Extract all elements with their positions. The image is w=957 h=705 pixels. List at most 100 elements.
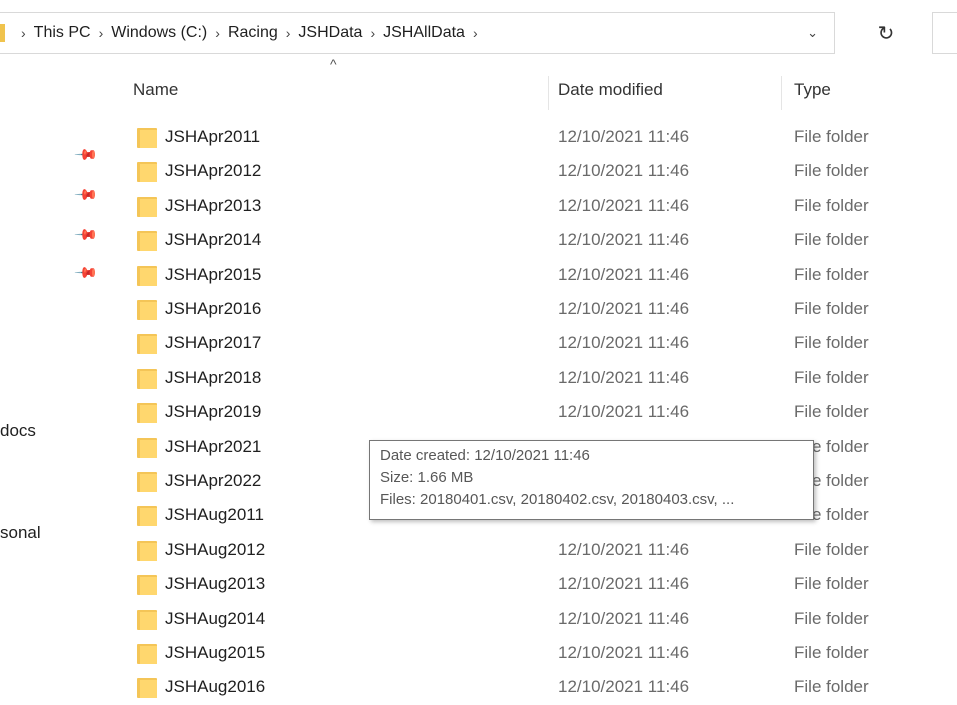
file-row[interactable]: JSHAug2013 12/10/2021 11:46 File folder xyxy=(0,568,957,602)
breadcrumb-jshdata[interactable]: JSHData xyxy=(298,24,362,42)
file-type: File folder xyxy=(794,643,869,662)
file-name[interactable]: JSHAug2013 xyxy=(165,574,265,594)
chevron-right-icon[interactable]: › xyxy=(215,25,220,41)
file-type: File folder xyxy=(794,264,869,284)
file-name[interactable]: JSHApr2015 xyxy=(165,265,261,285)
tooltip-size: Size: 1.66 MB xyxy=(380,469,474,486)
breadcrumb-this-pc[interactable]: This PC xyxy=(34,24,91,42)
file-name[interactable]: JSHApr2018 xyxy=(165,368,261,388)
file-type: File folder xyxy=(794,333,869,353)
file-name[interactable]: JSHApr2013 xyxy=(165,196,261,216)
file-date-modified: 12/10/2021 11:46 xyxy=(558,539,690,559)
file-name[interactable]: JSHAug2011 xyxy=(165,505,264,525)
file-date-modified: 12/10/2021 11:46 xyxy=(558,230,690,250)
folder-icon xyxy=(137,128,157,148)
file-name[interactable]: JSHAug2015 xyxy=(165,643,265,663)
folder-icon xyxy=(137,540,157,561)
file-name[interactable]: JSHApr2014 xyxy=(165,230,261,250)
folder-icon xyxy=(0,24,5,42)
file-row[interactable]: JSHApr2017 12/10/2021 11:46 File folder xyxy=(0,327,957,361)
breadcrumb-racing[interactable]: Racing xyxy=(228,24,278,42)
file-date-modified: 12/10/2021 11:46 xyxy=(558,402,690,422)
folder-icon xyxy=(137,472,157,492)
file-name[interactable]: JSHApr2019 xyxy=(165,402,261,422)
column-divider[interactable] xyxy=(548,76,549,110)
file-type: File folder xyxy=(794,230,869,250)
file-date-modified: 12/10/2021 11:46 xyxy=(558,367,690,387)
file-name[interactable]: JSHApr2012 xyxy=(165,161,261,181)
file-name[interactable]: JSHApr2017 xyxy=(165,333,261,353)
chevron-right-icon[interactable]: › xyxy=(370,25,375,41)
file-row[interactable]: JSHApr2019 12/10/2021 11:46 File folder xyxy=(0,396,957,430)
search-box[interactable] xyxy=(932,12,957,54)
file-name[interactable]: JSHAug2014 xyxy=(165,609,265,629)
file-date-modified: 12/10/2021 11:46 xyxy=(558,643,690,662)
address-bar[interactable]: › This PC › Windows (C:) › Racing › JSHD… xyxy=(0,12,835,54)
file-date-modified: 12/10/2021 11:46 xyxy=(558,333,690,353)
file-name[interactable]: JSHApr2021 xyxy=(165,437,261,457)
file-type: File folder xyxy=(794,402,869,422)
folder-icon xyxy=(137,678,157,699)
breadcrumb-windows-c[interactable]: Windows (C:) xyxy=(111,24,207,42)
folder-info-tooltip: Date created: 12/10/2021 11:46 Size: 1.6… xyxy=(369,440,814,520)
file-type: File folder xyxy=(794,127,869,146)
chevron-down-icon[interactable]: ⌄ xyxy=(807,25,818,41)
folder-icon xyxy=(137,196,157,217)
file-type: File folder xyxy=(794,195,869,215)
file-row[interactable]: JSHApr2012 12/10/2021 11:46 File folder xyxy=(0,155,957,189)
file-name[interactable]: JSHAug2016 xyxy=(165,677,265,697)
file-date-modified: 12/10/2021 11:46 xyxy=(558,161,690,181)
file-name[interactable]: JSHApr2022 xyxy=(165,471,261,491)
column-header-type[interactable]: Type xyxy=(794,80,831,100)
folder-icon xyxy=(137,575,157,596)
refresh-icon[interactable]: ↻ xyxy=(866,13,906,53)
column-header-name[interactable]: Name xyxy=(133,80,178,100)
file-row[interactable]: JSHAug2014 12/10/2021 11:46 File folder xyxy=(0,603,957,637)
file-row[interactable]: JSHAug2016 12/10/2021 11:46 File folder xyxy=(0,671,957,705)
file-type: File folder xyxy=(794,367,869,387)
file-date-modified: 12/10/2021 11:46 xyxy=(558,574,690,594)
file-row[interactable]: JSHApr2015 12/10/2021 11:46 File folder xyxy=(0,259,957,293)
file-date-modified: 12/10/2021 11:46 xyxy=(558,608,690,628)
folder-icon xyxy=(137,644,157,664)
folder-icon xyxy=(137,231,157,252)
file-row[interactable]: JSHAug2015 12/10/2021 11:46 File folder xyxy=(0,637,957,671)
file-type: File folder xyxy=(794,574,869,594)
file-name[interactable]: JSHAug2012 xyxy=(165,540,265,560)
folder-icon xyxy=(137,300,157,320)
folder-icon xyxy=(137,403,157,424)
file-type: File folder xyxy=(794,677,869,697)
tooltip-date-created: Date created: 12/10/2021 11:46 xyxy=(380,447,590,464)
file-row[interactable]: JSHApr2016 12/10/2021 11:46 File folder xyxy=(0,293,957,327)
file-type: File folder xyxy=(794,539,869,559)
folder-icon xyxy=(137,334,157,355)
column-header-date-modified[interactable]: Date modified xyxy=(558,80,663,100)
folder-icon xyxy=(137,437,157,458)
folder-icon xyxy=(137,506,157,527)
file-row[interactable]: JSHAug2012 12/10/2021 11:46 File folder xyxy=(0,534,957,568)
file-date-modified: 12/10/2021 11:46 xyxy=(558,299,690,318)
chevron-right-icon[interactable]: › xyxy=(286,25,291,41)
file-row[interactable]: JSHApr2014 12/10/2021 11:46 File folder xyxy=(0,224,957,258)
file-type: File folder xyxy=(794,161,869,181)
file-date-modified: 12/10/2021 11:46 xyxy=(558,677,690,697)
chevron-right-icon[interactable]: › xyxy=(473,25,478,41)
folder-icon xyxy=(137,265,157,286)
file-date-modified: 12/10/2021 11:46 xyxy=(558,264,690,284)
file-type: File folder xyxy=(794,608,869,628)
chevron-right-icon: › xyxy=(21,25,26,41)
sort-ascending-icon: ^ xyxy=(330,56,337,72)
folder-icon xyxy=(137,609,157,630)
file-name[interactable]: JSHApr2011 xyxy=(165,127,260,147)
column-divider[interactable] xyxy=(781,76,782,110)
tooltip-files: Files: 20180401.csv, 20180402.csv, 20180… xyxy=(380,491,735,508)
folder-icon xyxy=(137,368,157,389)
file-row[interactable]: JSHApr2018 12/10/2021 11:46 File folder xyxy=(0,362,957,396)
file-name[interactable]: JSHApr2016 xyxy=(165,299,261,319)
breadcrumb-jshalldata[interactable]: JSHAllData xyxy=(383,24,465,42)
file-type: File folder xyxy=(794,299,869,318)
folder-icon xyxy=(137,162,157,183)
file-row[interactable]: JSHApr2011 12/10/2021 11:46 File folder xyxy=(0,121,957,155)
file-row[interactable]: JSHApr2013 12/10/2021 11:46 File folder xyxy=(0,190,957,224)
chevron-right-icon[interactable]: › xyxy=(99,25,104,41)
